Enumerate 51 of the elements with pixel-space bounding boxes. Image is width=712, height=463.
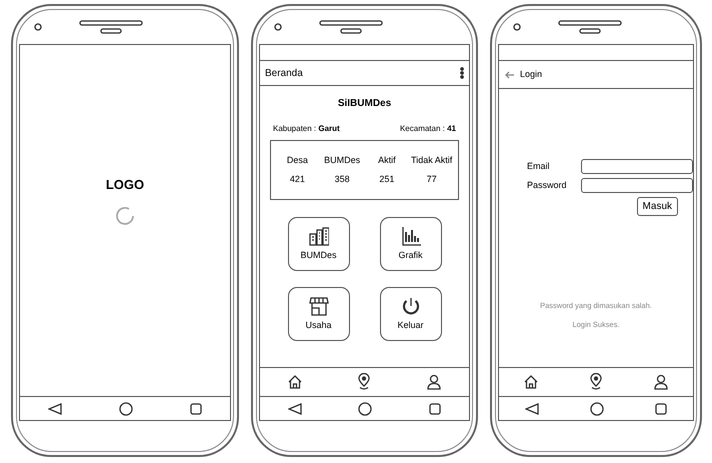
recent-apps-icon[interactable] <box>190 402 202 414</box>
back-icon[interactable] <box>524 402 539 414</box>
power-icon <box>400 296 420 316</box>
table-cell-text: 421 <box>288 173 306 186</box>
table-cell-text: 77 <box>426 173 438 186</box>
screen-title: Beranda <box>265 66 303 80</box>
speaker-icon <box>319 19 383 35</box>
loading-spinner-icon <box>115 206 135 226</box>
menu-tile[interactable]: Keluar <box>380 287 442 341</box>
home-circle-icon[interactable] <box>590 402 604 416</box>
home-circle-icon[interactable] <box>358 402 372 416</box>
recent-apps-icon[interactable] <box>655 402 668 414</box>
column-header: Desa <box>286 154 309 166</box>
field-label: Password <box>527 178 568 192</box>
store-icon <box>308 296 328 316</box>
column-header: Aktif <box>377 154 397 166</box>
speaker-icon <box>558 19 622 35</box>
location-pin-icon[interactable] <box>356 373 372 391</box>
camera-icon <box>274 23 282 31</box>
input-field[interactable] <box>581 159 693 174</box>
login-button[interactable]: Masuk <box>636 197 678 216</box>
subdistrict-label: Kecamatan : 41 <box>400 123 456 135</box>
field-label: Email <box>527 160 551 173</box>
bar-chart-icon <box>400 226 420 246</box>
more-icon[interactable] <box>460 67 464 79</box>
back-icon[interactable] <box>288 402 302 414</box>
camera-icon <box>513 23 521 31</box>
column-header: Tidak Aktif <box>410 154 454 166</box>
buildings-icon <box>308 226 328 246</box>
app-name: SiIBUMDes <box>336 97 392 111</box>
user-icon[interactable] <box>426 374 442 390</box>
home-icon[interactable] <box>286 374 303 390</box>
table-cell-text: 358 <box>334 173 351 186</box>
back-icon[interactable] <box>48 402 62 414</box>
menu-tile[interactable]: Usaha <box>288 287 350 341</box>
home-icon[interactable] <box>523 374 540 390</box>
user-icon[interactable] <box>652 374 669 390</box>
menu-tile[interactable]: BUMDes <box>288 217 350 271</box>
input-field[interactable] <box>581 178 693 193</box>
district-label: Kabupaten : Garut <box>273 123 340 135</box>
home-circle-icon[interactable] <box>118 402 133 416</box>
speaker-icon <box>79 19 143 35</box>
menu-tile[interactable]: Grafik <box>380 217 442 271</box>
back-arrow-icon[interactable] <box>505 70 515 78</box>
screen-title: Login <box>520 68 542 81</box>
column-header: BUMDes <box>323 154 362 166</box>
location-pin-icon[interactable] <box>588 373 604 391</box>
table-cell-text: 251 <box>378 173 396 186</box>
recent-apps-icon[interactable] <box>428 402 441 414</box>
camera-icon <box>34 23 42 31</box>
logo-text: LOGO <box>106 176 144 194</box>
